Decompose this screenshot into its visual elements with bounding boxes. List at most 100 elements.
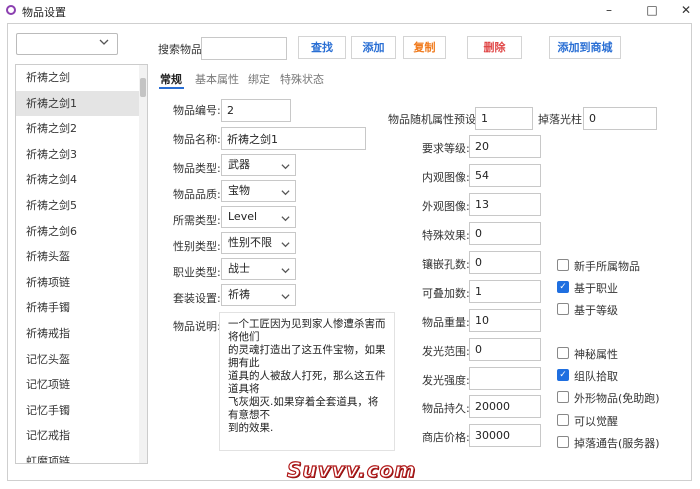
add-to-shop-button[interactable]: 添加到商城 xyxy=(549,36,621,59)
tab-binding[interactable]: 绑定 xyxy=(248,71,270,87)
list-item[interactable]: 祈祷之剑2 xyxy=(16,116,147,142)
chevron-down-icon xyxy=(281,289,290,309)
required-type-value: Level xyxy=(228,210,258,223)
item-weight-label: 物品重量: xyxy=(422,316,470,329)
shop-price-input[interactable]: 30000 xyxy=(469,424,541,447)
glow-intensity-input[interactable] xyxy=(469,367,541,390)
list-item[interactable]: 记忆头盔 xyxy=(16,347,147,373)
add-button[interactable]: 添加 xyxy=(351,36,396,59)
random-preset-input[interactable]: 1 xyxy=(475,107,533,130)
team-pickup-label: 组队拾取 xyxy=(574,370,618,383)
chevron-down-icon xyxy=(281,263,290,283)
job-type-select[interactable]: 战士 xyxy=(221,258,296,280)
item-quality-select[interactable]: 宝物 xyxy=(221,180,296,202)
app-icon xyxy=(6,5,16,15)
list-item[interactable]: 记忆戒指 xyxy=(16,423,147,449)
level-based-checkbox[interactable] xyxy=(557,303,569,315)
list-item[interactable]: 祈祷头盔 xyxy=(16,244,147,270)
close-button[interactable]: ✕ xyxy=(672,0,700,22)
gender-type-value: 性别不限 xyxy=(228,236,272,249)
active-tab-indicator xyxy=(159,87,184,89)
chevron-down-icon xyxy=(281,159,290,179)
list-item[interactable]: 祈祷戒指 xyxy=(16,321,147,347)
gender-type-select[interactable]: 性别不限 xyxy=(221,232,296,254)
job-based-checkbox[interactable]: ✓ xyxy=(557,281,569,293)
list-scrollbar[interactable] xyxy=(139,65,147,463)
list-item[interactable]: 祈祷项链 xyxy=(16,270,147,296)
chevron-down-icon xyxy=(99,37,109,50)
list-item[interactable]: 祈祷之剑3 xyxy=(16,142,147,168)
tab-special-status[interactable]: 特殊状态 xyxy=(280,71,324,87)
set-setting-select[interactable]: 祈祷 xyxy=(221,284,296,306)
list-item[interactable]: 记忆手镯 xyxy=(16,398,147,424)
glow-range-label: 发光范围: xyxy=(422,345,470,358)
minimize-button[interactable]: – xyxy=(595,0,623,22)
item-type-label: 物品类型: xyxy=(173,162,221,175)
inner-image-label: 内观图像: xyxy=(422,171,470,184)
category-dropdown[interactable] xyxy=(16,33,118,55)
random-preset-label: 物品随机属性预设: xyxy=(388,113,480,126)
outer-image-label: 外观图像: xyxy=(422,200,470,213)
drop-announce-label: 掉落通告(服务器) xyxy=(574,437,660,450)
list-item[interactable]: 虹魔项链 xyxy=(16,449,147,463)
inner-image-input[interactable]: 54 xyxy=(469,164,541,187)
item-id-label: 物品编号: xyxy=(173,104,221,117)
appearance-item-label: 外形物品(免助跑) xyxy=(574,392,660,405)
list-item-selected[interactable]: 祈祷之剑1 xyxy=(16,90,147,117)
list-item[interactable]: 祈祷之剑 xyxy=(16,65,147,91)
team-pickup-checkbox[interactable]: ✓ xyxy=(557,369,569,381)
list-item[interactable]: 祈祷之剑5 xyxy=(16,193,147,219)
list-item[interactable]: 祈祷之剑6 xyxy=(16,219,147,245)
socket-count-label: 镶嵌孔数: xyxy=(422,258,470,271)
chevron-down-icon xyxy=(281,185,290,205)
drop-announce-checkbox[interactable] xyxy=(557,436,569,448)
glow-range-input[interactable]: 0 xyxy=(469,338,541,361)
required-type-label: 所需类型: xyxy=(173,214,221,227)
mystery-attribute-checkbox[interactable] xyxy=(557,347,569,359)
item-type-value: 武器 xyxy=(228,158,250,171)
maximize-button[interactable]: □ xyxy=(638,0,666,22)
special-effect-label: 特殊效果: xyxy=(422,229,470,242)
item-quality-value: 宝物 xyxy=(228,184,250,197)
chevron-down-icon xyxy=(281,211,290,231)
find-button[interactable]: 查找 xyxy=(298,36,346,59)
item-quality-label: 物品品质: xyxy=(173,188,221,201)
outer-image-input[interactable]: 13 xyxy=(469,193,541,216)
delete-button[interactable]: 删除 xyxy=(467,36,522,59)
tab-basic-attributes[interactable]: 基本属性 xyxy=(195,71,239,87)
drop-light-input[interactable]: 0 xyxy=(583,107,657,130)
awaken-label: 可以觉醒 xyxy=(574,415,618,428)
item-type-select[interactable]: 武器 xyxy=(221,154,296,176)
glow-intensity-label: 发光强度: xyxy=(422,374,470,387)
list-item[interactable]: 祈祷之剑4 xyxy=(16,167,147,193)
durability-input[interactable]: 20000 xyxy=(469,395,541,418)
item-list[interactable]: 祈祷之剑 祈祷之剑1 祈祷之剑2 祈祷之剑3 祈祷之剑4 祈祷之剑5 祈祷之剑6… xyxy=(15,64,148,464)
awaken-checkbox[interactable] xyxy=(557,414,569,426)
socket-count-input[interactable]: 0 xyxy=(469,251,541,274)
description-textarea[interactable]: 一个工匠因为见到家人惨遭杀害而将他们 的灵魂打造出了这五件宝物，如果拥有此 道具… xyxy=(219,312,395,451)
appearance-item-checkbox[interactable] xyxy=(557,391,569,403)
newbie-item-label: 新手所属物品 xyxy=(574,260,640,273)
required-type-select[interactable]: Level xyxy=(221,206,296,228)
special-effect-input[interactable]: 0 xyxy=(469,222,541,245)
tab-general[interactable]: 常规 xyxy=(160,71,182,87)
search-input[interactable] xyxy=(201,37,287,60)
copy-button[interactable]: 复制 xyxy=(403,36,446,59)
item-name-input[interactable]: 祈祷之剑1 xyxy=(221,127,366,150)
item-weight-input[interactable]: 10 xyxy=(469,309,541,332)
description-label: 物品说明: xyxy=(173,320,221,333)
list-item[interactable]: 祈祷手镯 xyxy=(16,295,147,321)
list-scrollbar-thumb[interactable] xyxy=(140,78,146,97)
mystery-attribute-label: 神秘属性 xyxy=(574,348,618,361)
list-item[interactable]: 记忆项链 xyxy=(16,372,147,398)
drop-light-label: 掉落光柱: xyxy=(538,113,586,126)
stack-count-label: 可叠加数: xyxy=(422,287,470,300)
required-level-input[interactable]: 20 xyxy=(469,135,541,158)
watermark-logo: Suvvv.com xyxy=(286,457,417,482)
newbie-item-checkbox[interactable] xyxy=(557,259,569,271)
item-id-input[interactable]: 2 xyxy=(221,99,291,122)
stack-count-input[interactable]: 1 xyxy=(469,280,541,303)
chevron-down-icon xyxy=(281,237,290,257)
level-based-label: 基于等级 xyxy=(574,304,618,317)
durability-label: 物品持久: xyxy=(422,402,470,415)
